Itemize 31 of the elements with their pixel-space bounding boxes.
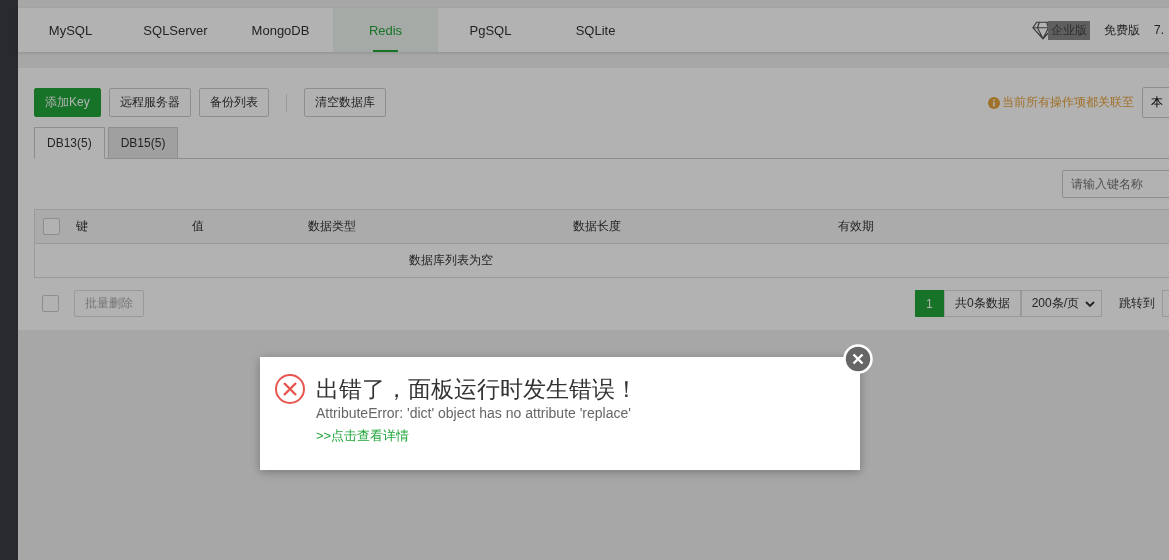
server-select[interactable]: 本 <box>1142 87 1169 118</box>
database-tab[interactable]: PgSQL <box>438 8 543 52</box>
toolbar-button[interactable]: 清空数据库 <box>303 88 386 117</box>
database-tab[interactable]: MySQL <box>18 8 123 52</box>
checkbox[interactable] <box>43 218 60 235</box>
notice-text: 当前所有操作项都关联至 <box>1002 94 1134 111</box>
error-title: 出错了，面板运行时发生错误！ <box>316 375 638 404</box>
info-icon <box>988 96 1000 109</box>
error-icon <box>274 373 306 405</box>
database-tab[interactable]: SQLServer <box>123 8 228 52</box>
column-header: 键 <box>76 218 89 235</box>
edition-label: 免费版 <box>1104 21 1140 39</box>
database-tab[interactable]: MongoDB <box>228 8 333 52</box>
db-tab[interactable]: DB13(5) <box>34 127 105 159</box>
column-header: 数据类型 <box>308 218 357 235</box>
page-size-select[interactable]: 200条/页 <box>1020 290 1102 317</box>
toolbar-button[interactable]: 远程服务器 <box>108 88 191 117</box>
toolbar-button[interactable]: 备份列表 <box>198 88 269 117</box>
version-label: 7. <box>1154 23 1164 37</box>
column-header: 有效期 <box>838 218 875 235</box>
database-tab[interactable]: SQLite <box>543 8 648 52</box>
column-header: 数据长度 <box>573 218 622 235</box>
db-tab[interactable]: DB15(5) <box>107 127 179 159</box>
empty-message: 数据库列表为空 <box>408 252 493 269</box>
checkbox[interactable] <box>42 295 59 312</box>
column-header: 值 <box>192 218 205 235</box>
error-message: AttributeError: 'dict' object has no attribute 'replace' <box>316 405 632 421</box>
chevron-icon <box>1085 300 1095 307</box>
jump-label: 跳转到 <box>1119 295 1155 312</box>
total-count: 共0条数据 <box>943 290 1021 317</box>
search-field[interactable]: 请输入键名称 <box>1062 170 1169 198</box>
